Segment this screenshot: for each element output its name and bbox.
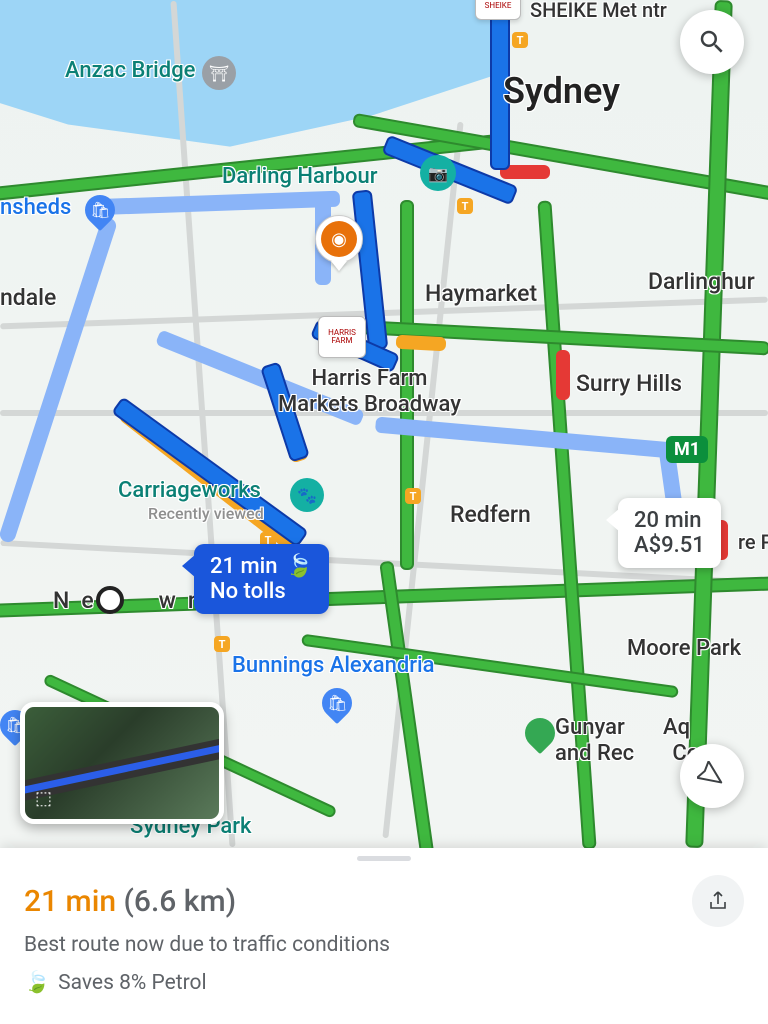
district-redfern: Redfern [450,501,531,528]
bunnings-pin-icon[interactable]: 🛍 [316,682,358,724]
district-sydenham: nsheds [0,195,71,220]
motorway-shield: M1 [666,436,708,463]
sheet-drag-handle[interactable] [357,856,411,861]
darling-harbour-photo-icon[interactable]: 📷 [420,155,456,191]
search-button[interactable] [680,10,744,74]
harris-farm-pin[interactable]: HARRIS FARM [318,316,366,358]
search-icon [697,27,727,57]
traffic-orange [396,335,447,352]
poi-sheike: SHEIKE Met ntr [530,0,667,22]
speed-camera-pin[interactable]: ◉ [315,215,363,269]
poi-darling-harbour: Darling Harbour [222,164,378,189]
traffic-red [556,350,570,400]
map-canvas[interactable]: ◉ Sydney Anzac Bridge ⛩ Darling Harbour … [0,0,768,848]
poi-gunyama: Gunyar Aqand Rec Ce [555,715,699,768]
poi-anzac-bridge: Anzac Bridge [65,58,195,83]
alt-route [375,417,685,460]
alt-route [0,216,118,544]
alt-route-cost: A$9.51 [634,533,705,558]
primary-route-time: 21 min [210,554,278,579]
leaf-icon: 🍃 [286,554,313,579]
primary-route-note: No tolls [210,579,313,604]
sheet-time: 21 min [24,884,116,919]
poi-bunnings: Bunnings Alexandria [232,653,435,678]
bridge-icon: ⛩ [202,56,236,90]
district-surry-hills: Surry Hills [576,370,682,397]
poi-carriageworks: Carriageworks [118,478,261,503]
poi-carriageworks-sub: Recently viewed [148,504,264,523]
share-icon [706,889,730,913]
alt-route [90,191,340,216]
route-bottom-sheet[interactable]: 21 min (6.6 km) Best route now due to tr… [0,848,768,1024]
sheet-subtitle: Best route now due to traffic conditions [24,933,744,957]
cube-icon: ⬚ [35,788,52,809]
district-newtown: Ne wn [53,587,213,614]
transit-icon: T [512,32,528,48]
district-haymarket: Haymarket [425,280,537,307]
transit-icon: T [214,636,230,652]
district-darlinghurst: Darlinghur [648,268,755,295]
recenter-button[interactable] [680,744,744,808]
navigation-arrow-icon [697,761,727,791]
leaf-icon: 🍃 [24,971,50,995]
sheet-eco-text: Saves 8% Petrol [58,971,206,995]
district-annandale: ndale [0,284,56,311]
poi-harris-farm: Harris FarmMarkets Broadway [278,366,461,419]
carriageworks-pin-icon[interactable]: 🐾 [290,478,324,512]
city-label: Sydney [503,70,620,112]
sheike-tag-pin[interactable]: SHEIKE [475,0,521,20]
street-view-preview[interactable]: ⬚ [20,702,224,824]
transit-icon: T [457,198,473,214]
transit-icon: T [405,488,421,504]
primary-route-callout[interactable]: 21 min 🍃 No tolls [194,544,329,614]
district-moore-p: re P [738,530,768,554]
alt-route-callout[interactable]: 20 min A$9.51 [618,498,721,568]
district-moore-park: Moore Park [627,636,741,661]
alt-route-time: 20 min [634,508,705,533]
share-button[interactable] [692,875,744,927]
sheet-distance: (6.6 km) [124,884,237,919]
street [382,122,463,839]
